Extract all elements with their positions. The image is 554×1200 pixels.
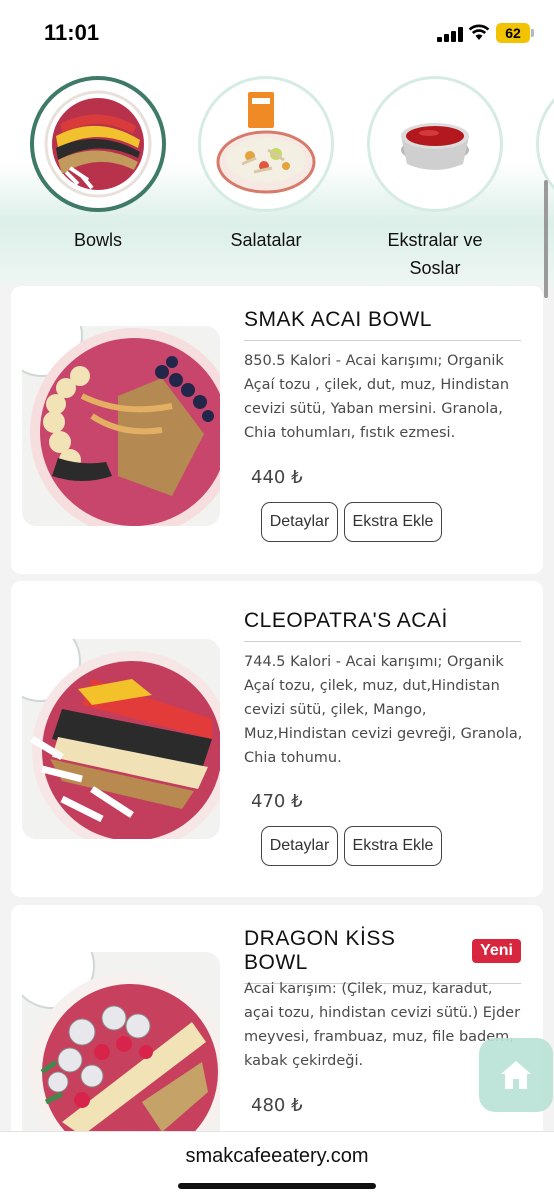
product-price: 440 ₺ [251,467,303,488]
category-bowls[interactable]: Bowls [28,76,168,254]
product-card[interactable]: CLEOPATRA'S ACAİ 744.5 Kalori - Acai kar… [11,581,543,897]
add-extra-button[interactable]: Ekstra Ekle [344,826,442,866]
product-card[interactable]: SMAK ACAI BOWL 850.5 Kalori - Acai karış… [11,286,543,574]
product-title-text: SMAK ACAI BOWL [244,308,432,331]
home-button[interactable] [479,1038,553,1112]
wifi-icon [468,24,490,40]
product-price: 480 ₺ [251,1095,303,1116]
product-list: SMAK ACAI BOWL 850.5 Kalori - Acai karış… [0,286,554,1131]
details-button[interactable]: Detaylar [261,502,338,542]
product-card[interactable]: DRAGON KİSS BOWL Yeni Acai karışım: (Çil… [11,905,543,1131]
product-title-text: DRAGON KİSS BOWL [244,927,396,974]
category-image [30,76,166,212]
category-image [367,76,503,212]
url-text[interactable]: smakcafeeatery.com [0,1145,554,1168]
status-bar: 11:01 62 [0,0,554,62]
new-badge: Yeni [472,939,521,963]
category-image [198,76,334,212]
signal-icon [437,26,463,42]
page-scrollbar[interactable] [544,180,548,298]
battery-indicator: 62 [496,23,530,43]
product-image [22,326,220,526]
add-extra-button[interactable]: Ekstra Ekle [344,502,442,542]
product-title: SMAK ACAI BOWL [244,308,521,341]
product-title-text: CLEOPATRA'S ACAİ [244,609,448,632]
details-button[interactable]: Detaylar [261,826,338,866]
product-description: 744.5 Kalori - Acai karışımı; Organik Aç… [244,654,523,766]
category-label: Bowls [73,230,122,250]
product-description: 850.5 Kalori - Acai karışımı; Organik Aç… [244,353,510,441]
product-image [22,639,220,839]
category-strip[interactable]: Bowls Salatalar Ekstralar ve Soslar [0,62,554,286]
product-title: DRAGON KİSS BOWL Yeni [244,927,521,984]
category-ekstralar-ve-soslar[interactable]: Ekstralar ve Soslar [365,76,505,282]
category-salatalar[interactable]: Salatalar [196,76,336,254]
product-title: CLEOPATRA'S ACAİ [244,609,521,642]
category-label: Salatalar [230,230,302,250]
product-image [22,952,220,1131]
category-label: Ekstralar ve Soslar [387,230,483,278]
battery-tip [531,29,534,37]
browser-url-bar[interactable]: smakcafeeatery.com [0,1131,554,1200]
product-price: 470 ₺ [251,791,303,812]
status-time: 11:01 [44,20,100,45]
home-indicator [178,1183,376,1189]
home-icon [501,1061,531,1089]
